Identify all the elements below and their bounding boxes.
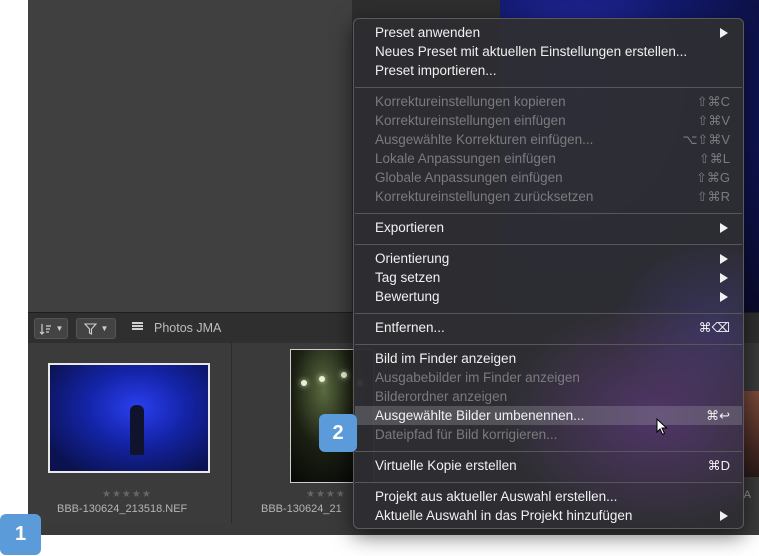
menu-item[interactable]: Globale Anpassungen einfügen ⇧⌘G [355,168,742,187]
menu-item-label: Projekt aus aktueller Auswahl erstellen.… [375,489,618,504]
menu-item[interactable]: Virtuelle Kopie erstellen ⌘D [355,456,742,475]
menu-item[interactable]: Ausgabebilder im Finder anzeigen [355,368,742,387]
menu-item-label: Aktuelle Auswahl in das Projekt hinzufüg… [375,508,633,523]
filter-button[interactable]: ▼ [76,318,116,339]
menu-item[interactable]: Ausgewählte Korrekturen einfügen... ⌥⇧⌘V [355,130,742,149]
menu-item-shortcut: ⇧⌘L [698,151,730,166]
menu-separator [355,313,742,314]
menu-item-label: Orientierung [375,251,450,266]
menu-item-shortcut: ⌘D [707,458,730,473]
menu-item-label: Tag setzen [375,270,441,285]
menu-item[interactable]: Korrektureinstellungen kopieren ⇧⌘C [355,92,742,111]
menu-item-shortcut: ⇧⌘G [695,170,730,185]
menu-item[interactable]: Dateipfad für Bild korrigieren... [355,425,742,444]
menu-separator [355,482,742,483]
menu-item-label: Globale Anpassungen einfügen [375,170,563,185]
submenu-arrow-icon [720,28,728,38]
menu-item[interactable]: Preset importieren... [355,61,742,80]
rating-stars[interactable]: ★★★★★ [102,489,152,500]
sort-icon [39,323,51,335]
thumbnail-cell[interactable]: ★★★★★ BBB-130624_213518.NEF [28,343,232,523]
filter-icon [83,322,97,335]
menu-item-label: Korrektureinstellungen kopieren [375,94,566,109]
menu-item-label: Ausgabebilder im Finder anzeigen [375,370,580,385]
menu-item[interactable]: Preset anwenden [355,23,742,42]
menu-item-label: Bilderordner anzeigen [375,389,508,404]
menu-separator [355,244,742,245]
chevron-down-icon: ▼ [55,324,64,333]
menu-item[interactable]: Ausgewählte Bilder umbenennen... ⌘↩ [355,406,742,425]
menu-item-shortcut: ⇧⌘C [696,94,730,109]
menu-item[interactable]: Korrektureinstellungen einfügen ⇧⌘V [355,111,742,130]
menu-item-label: Korrektureinstellungen einfügen [375,113,566,128]
menu-item-shortcut: ⇧⌘R [696,189,730,204]
menu-item[interactable]: Exportieren [355,218,742,237]
submenu-arrow-icon [720,292,728,302]
browser-title: Photos JMA [154,321,222,335]
sort-button[interactable]: ▼ [34,318,68,339]
menu-item-label: Exportieren [375,220,445,235]
menu-item[interactable]: Korrektureinstellungen zurücksetzen ⇧⌘R [355,187,742,206]
step-badge-1: 1 [0,514,41,555]
thumbnail-filename: BBB-130624_213518.NEF [57,503,188,515]
menu-separator [355,344,742,345]
menu-item[interactable]: Bild im Finder anzeigen [355,349,742,368]
thumbnail-image[interactable] [48,363,210,473]
menu-item-label: Preset anwenden [375,25,481,40]
menu-item-label: Ausgewählte Korrekturen einfügen... [375,132,594,147]
menu-item[interactable]: Bilderordner anzeigen [355,387,742,406]
menu-item-label: Bild im Finder anzeigen [375,351,517,366]
menu-item-label: Entfernen... [375,320,445,335]
chevron-down-icon: ▼ [100,324,109,333]
menu-item[interactable]: Orientierung [355,249,742,268]
menu-item[interactable]: Bewertung [355,287,742,306]
menu-item[interactable]: Lokale Anpassungen einfügen ⇧⌘L [355,149,742,168]
menu-item-shortcut: ⇧⌘V [697,113,730,128]
menu-separator [355,451,742,452]
menu-item[interactable]: Neues Preset mit aktuellen Einstellungen… [355,42,742,61]
menu-item[interactable]: Aktuelle Auswahl in das Projekt hinzufüg… [355,506,742,525]
list-grid-icon[interactable] [132,322,143,333]
mouse-cursor-icon [656,418,668,436]
menu-item-label: Bewertung [375,289,440,304]
menu-item-shortcut: ⌥⇧⌘V [682,132,730,147]
thumbnail-filename: BBB-130624_21 [261,503,342,515]
menu-separator [355,213,742,214]
submenu-arrow-icon [720,223,728,233]
rating-stars[interactable]: ★★★★ [306,489,346,500]
menu-item-label: Lokale Anpassungen einfügen [375,151,556,166]
menu-separator [355,87,742,88]
step-badge-2: 2 [319,414,357,452]
submenu-arrow-icon [720,273,728,283]
menu-item[interactable]: Tag setzen [355,268,742,287]
submenu-arrow-icon [720,254,728,264]
menu-item-label: Neues Preset mit aktuellen Einstellungen… [375,44,688,59]
menu-item[interactable]: Entfernen... ⌘⌫ [355,318,742,337]
menu-item-label: Korrektureinstellungen zurücksetzen [375,189,594,204]
menu-item-label: Ausgewählte Bilder umbenennen... [375,408,585,423]
menu-item-label: Preset importieren... [375,63,497,78]
menu-item-label: Dateipfad für Bild korrigieren... [375,427,558,442]
submenu-arrow-icon [720,511,728,521]
context-menu: Preset anwenden Neues Preset mit aktuelle… [353,18,744,529]
menu-item[interactable]: Projekt aus aktueller Auswahl erstellen.… [355,487,742,506]
menu-item-shortcut: ⌘↩ [706,408,730,423]
menu-item-label: Virtuelle Kopie erstellen [375,458,517,473]
side-panel [28,0,352,312]
menu-item-shortcut: ⌘⌫ [698,320,730,335]
